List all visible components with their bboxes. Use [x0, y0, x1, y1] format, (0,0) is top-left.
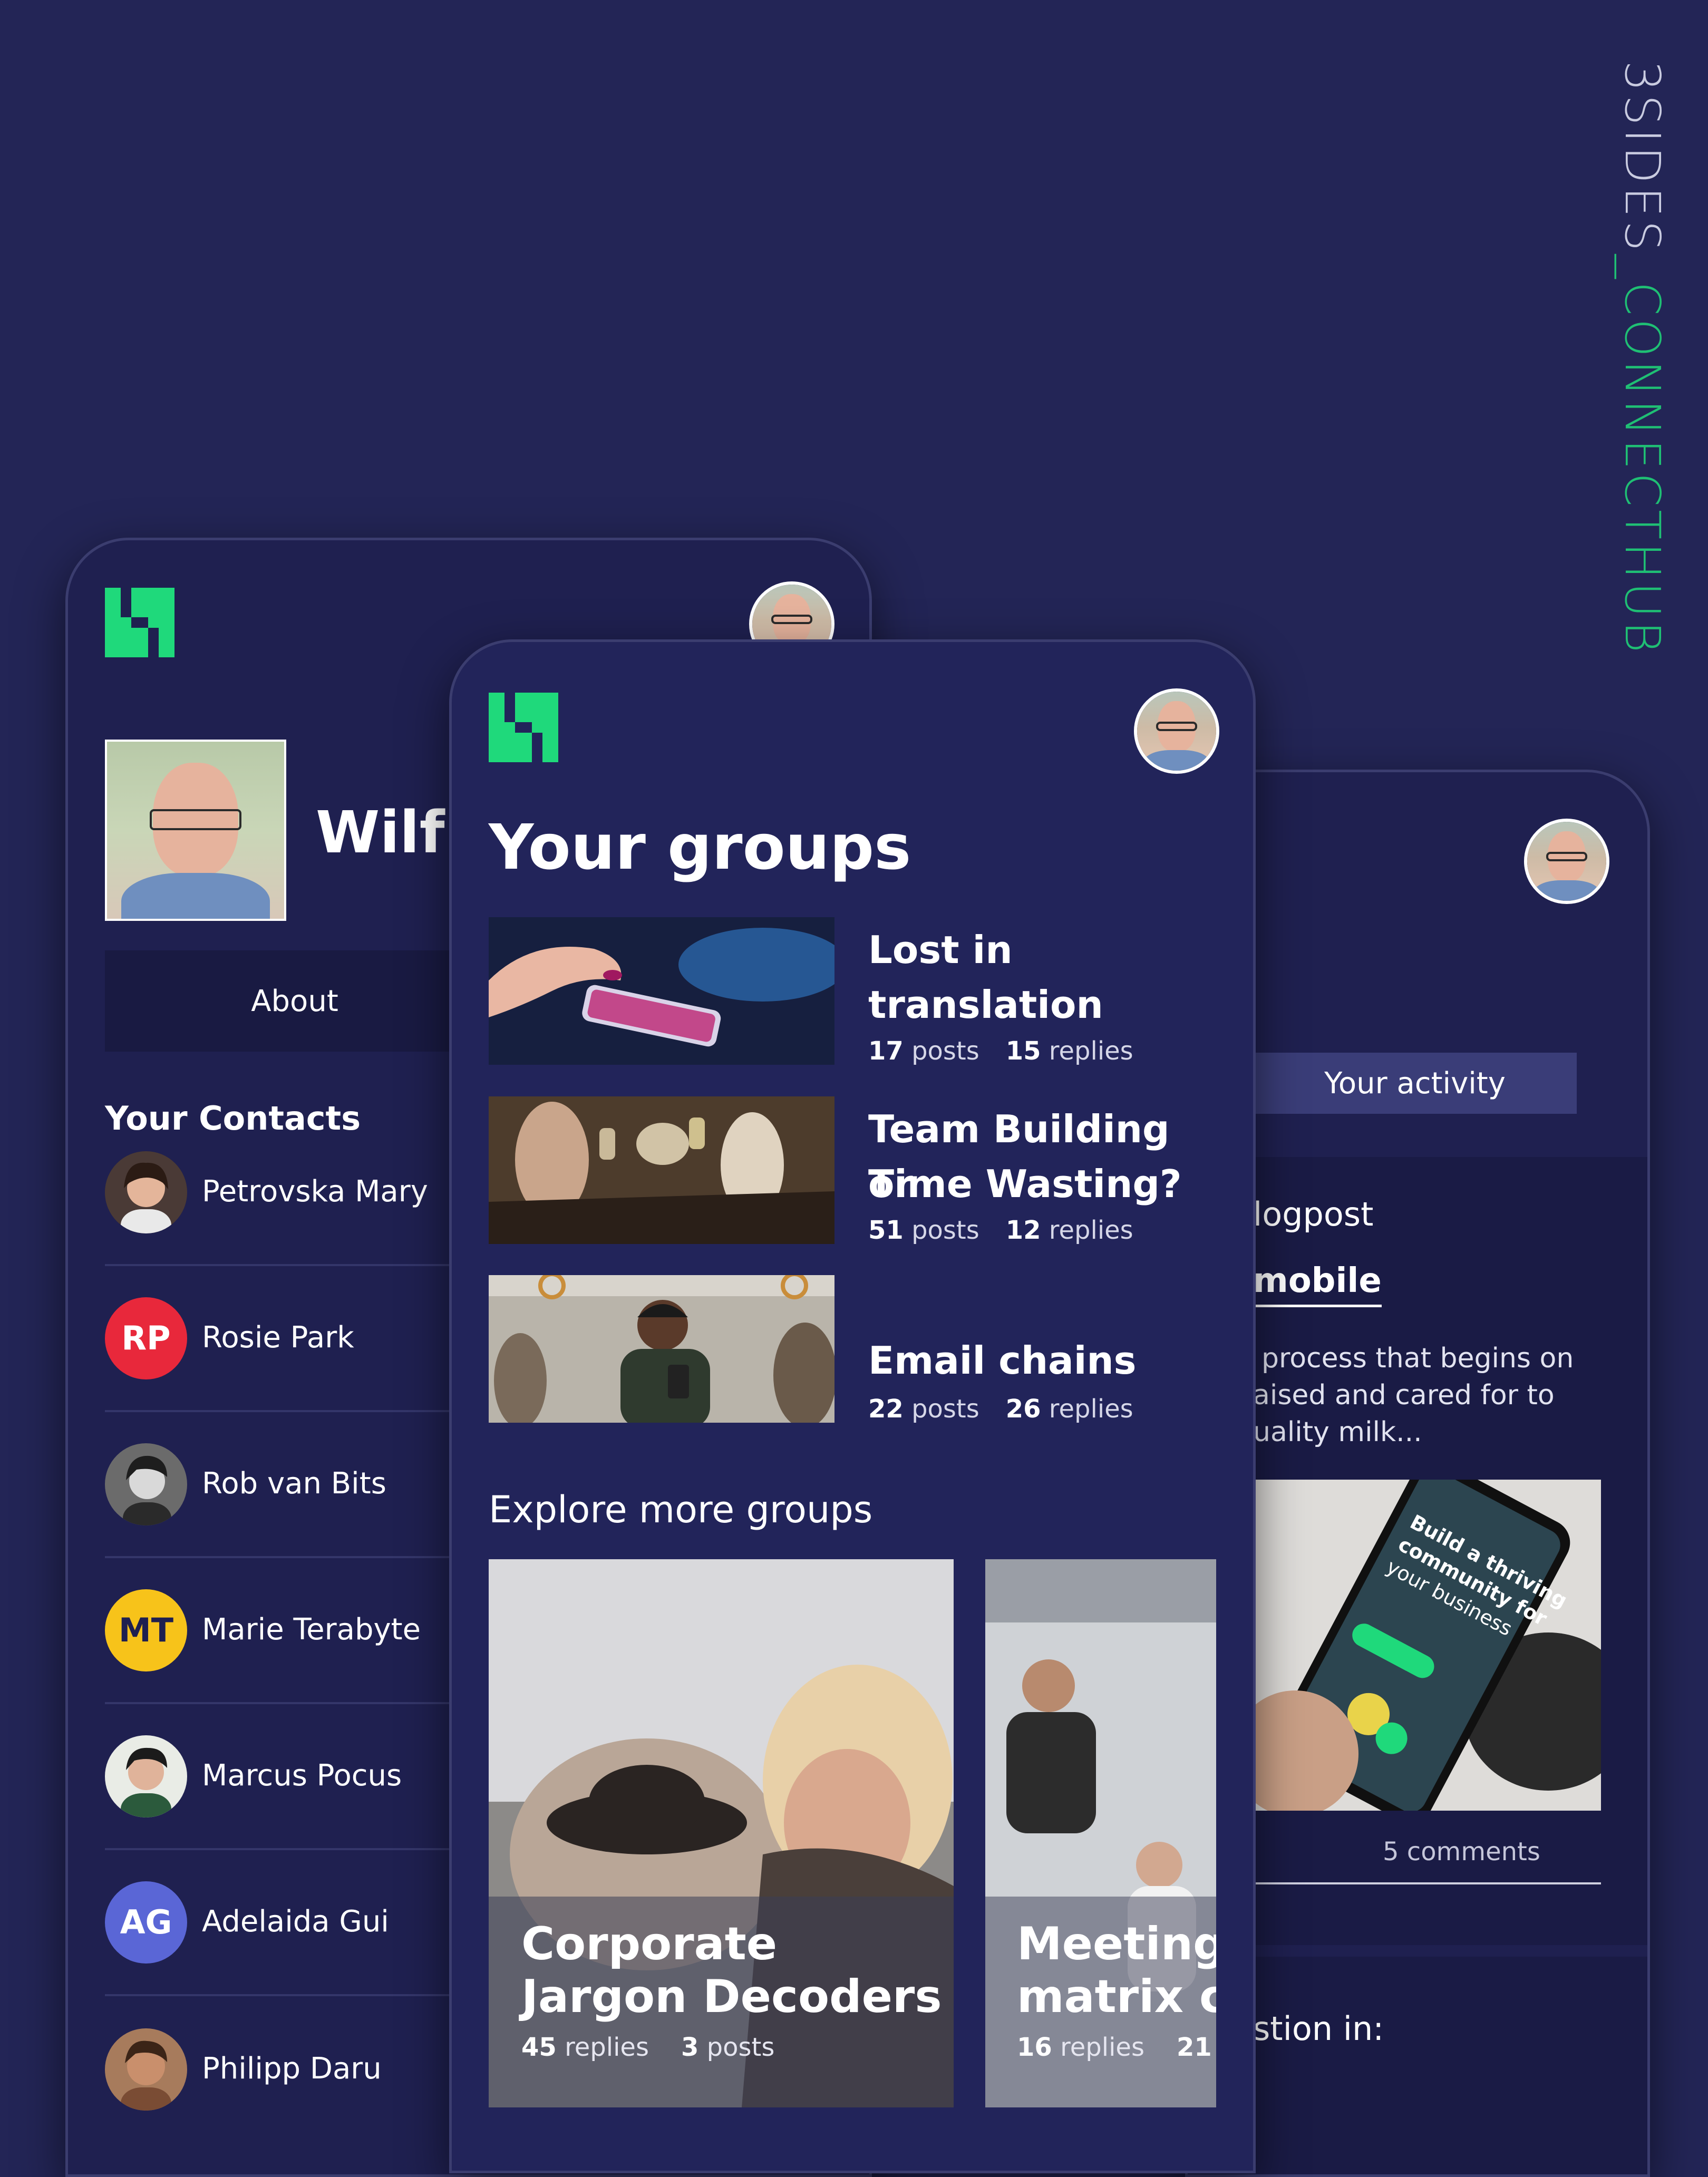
group-thumbnail	[489, 1096, 834, 1244]
contact-avatar	[105, 1443, 187, 1525]
card-title-line: Jargon Decoders	[521, 1970, 942, 2023]
divider	[1253, 1882, 1601, 1884]
contact-item[interactable]: AG Adelaida Gui	[105, 1850, 484, 1996]
contact-name: Marie Terabyte	[202, 1612, 421, 1647]
card-title-line: Corporate	[521, 1918, 778, 1970]
post-title-link[interactable]: mobile	[1253, 1261, 1382, 1307]
post-excerpt-line: uality milk...	[1253, 1416, 1422, 1448]
contact-avatar	[105, 1151, 187, 1233]
card-image	[489, 1559, 954, 2107]
profile-photo	[105, 740, 286, 921]
post-excerpt-line: aised and cared for to	[1253, 1379, 1555, 1411]
connecthub-logo-icon[interactable]	[105, 588, 174, 657]
brand-name: 3SIDES	[1614, 61, 1671, 255]
post-type-label: logpost	[1253, 1195, 1374, 1233]
user-avatar[interactable]	[1524, 819, 1609, 904]
brand-product: _CONNECTHUB	[1614, 254, 1671, 656]
contact-name: Philipp Daru	[202, 2051, 382, 2086]
explore-heading: Explore more groups	[489, 1488, 873, 1531]
group-stats: 51 posts 12 replies	[868, 1216, 1133, 1245]
group-title-line: translation	[868, 983, 1103, 1027]
contact-avatar	[105, 2028, 187, 2111]
user-avatar[interactable]	[1134, 688, 1219, 774]
group-thumbnail	[489, 917, 834, 1065]
explore-group-card[interactable]: Corporate Jargon Decoders 45 replies 3 p…	[489, 1559, 954, 2107]
group-thumbnail	[489, 1275, 834, 1423]
contact-avatar: RP	[105, 1297, 187, 1379]
group-item[interactable]: Team Building or Time Wasting? 51 posts 1…	[489, 1096, 1216, 1245]
contact-item[interactable]: Philipp Daru	[105, 1996, 484, 2142]
contact-item[interactable]: Marcus Pocus	[105, 1704, 484, 1850]
contact-name: Rob van Bits	[202, 1466, 386, 1501]
group-stats: 17 posts 15 replies	[868, 1036, 1133, 1066]
contact-name: Petrovska Mary	[202, 1174, 428, 1209]
group-item[interactable]: Email chains 22 posts 26 replies	[489, 1275, 1216, 1424]
contact-item[interactable]: Rob van Bits	[105, 1412, 484, 1558]
groups-screen: Your groups Lost in translation 17 posts…	[449, 639, 1256, 2173]
post-image: Build a thriving community for your busi…	[1253, 1480, 1601, 1811]
tab-about[interactable]: About	[105, 950, 484, 1052]
page-title: Your groups	[489, 811, 911, 883]
contact-name: Rosie Park	[202, 1320, 354, 1355]
post-excerpt-line: process that begins on	[1261, 1343, 1574, 1374]
contact-item[interactable]: RP Rosie Park	[105, 1266, 484, 1412]
contact-item[interactable]: Petrovska Mary	[105, 1120, 484, 1266]
contact-name: Marcus Pocus	[202, 1758, 402, 1793]
group-stats: 22 posts 26 replies	[868, 1394, 1133, 1424]
card-image	[985, 1559, 1216, 2107]
blogpost-card[interactable]: logpost mobile process that begins on ai…	[1188, 1157, 1647, 1945]
contact-avatar: MT	[105, 1589, 187, 1671]
contact-avatar: AG	[105, 1881, 187, 1964]
question-prefix: stion in:	[1253, 2009, 1384, 2048]
card-stats: 45 replies 3 posts	[521, 2033, 775, 2062]
connecthub-logo-icon[interactable]	[489, 693, 558, 762]
card-title-line: matrix co	[1017, 1970, 1216, 2023]
question-card[interactable]: stion in:	[1188, 1957, 1647, 2174]
group-title-line: Lost in	[868, 928, 1013, 972]
comments-count[interactable]: 5 comments	[1383, 1837, 1540, 1867]
contact-name: Adelaida Gui	[202, 1904, 389, 1939]
group-title-line: Time Wasting?	[868, 1162, 1182, 1206]
contact-item[interactable]: MT Marie Terabyte	[105, 1558, 484, 1704]
explore-group-card[interactable]: Meetings matrix co 16 replies 21 po	[985, 1559, 1216, 2107]
group-title-line: Email chains	[868, 1338, 1137, 1383]
brand-vertical-text: 3SIDES_CONNECTHUB	[1614, 61, 1671, 656]
card-stats: 16 replies 21 po	[1017, 2033, 1212, 2062]
card-title-line: Meetings	[1017, 1918, 1216, 1970]
group-item[interactable]: Lost in translation 17 posts 15 replies	[489, 917, 1216, 1066]
contact-avatar	[105, 1735, 187, 1818]
